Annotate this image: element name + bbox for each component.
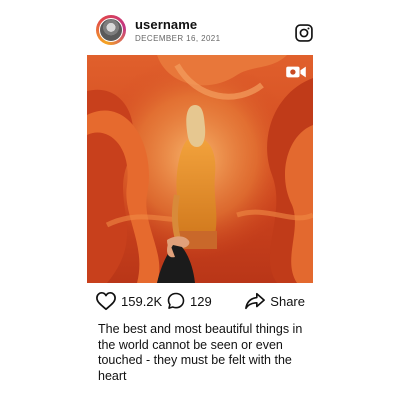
heart-icon bbox=[96, 291, 116, 311]
post-photo[interactable] bbox=[87, 55, 313, 283]
share-arrow-icon bbox=[245, 292, 266, 310]
avatar-photo bbox=[99, 18, 123, 42]
post-date: DECEMBER 16, 2021 bbox=[135, 34, 221, 43]
instagram-icon[interactable] bbox=[294, 23, 314, 43]
post-header: username DECEMBER 16, 2021 bbox=[96, 15, 314, 49]
like-button[interactable]: 159.2K bbox=[95, 290, 162, 312]
photo-scene bbox=[87, 55, 313, 283]
username[interactable]: username bbox=[135, 17, 197, 32]
comment-bubble-icon bbox=[167, 292, 185, 309]
share-button[interactable]: Share bbox=[244, 290, 305, 312]
avatar[interactable] bbox=[96, 15, 126, 45]
share-label: Share bbox=[270, 293, 305, 309]
comments-count: 129 bbox=[190, 293, 212, 309]
likes-count: 159.2K bbox=[121, 293, 163, 309]
comment-button[interactable]: 129 bbox=[166, 290, 212, 312]
camera-video-icon bbox=[286, 66, 306, 78]
post-actions: 159.2K 129 Share bbox=[95, 290, 309, 314]
post-caption: The best and most beautiful things in th… bbox=[98, 322, 303, 383]
